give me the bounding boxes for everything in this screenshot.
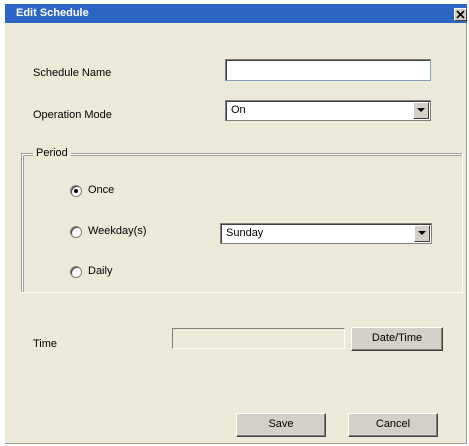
edit-schedule-dialog: Edit Schedule Schedule Name Operation Mo… — [5, 4, 467, 444]
schedule-name-label: Schedule Name — [33, 67, 112, 79]
radio-once-label: Once — [88, 184, 115, 196]
operation-mode-value: On — [231, 104, 246, 116]
dialog-title: Edit Schedule — [16, 7, 89, 19]
operation-mode-label: Operation Mode — [33, 109, 112, 121]
radio-daily-label: Daily — [88, 265, 113, 277]
time-display — [172, 328, 345, 349]
weekday-select[interactable]: Sunday — [220, 223, 432, 244]
radio-weekdays-label: Weekday(s) — [88, 225, 147, 237]
radio-once-button[interactable] — [70, 185, 82, 197]
close-icon — [456, 10, 465, 19]
operation-mode-select[interactable]: On — [225, 100, 431, 121]
radio-selected-dot — [74, 189, 78, 193]
weekday-dropdown-button[interactable] — [414, 225, 430, 242]
chevron-down-icon — [418, 231, 426, 235]
operation-mode-dropdown-button[interactable] — [413, 102, 429, 119]
chevron-down-icon — [417, 108, 425, 112]
save-button-label: Save — [268, 418, 294, 430]
title-bar[interactable]: Edit Schedule — [5, 4, 467, 23]
radio-daily-button[interactable] — [70, 266, 82, 278]
period-legend: Period — [33, 147, 71, 159]
cancel-button-label: Cancel — [375, 418, 411, 430]
close-button[interactable] — [454, 8, 467, 21]
schedule-name-input[interactable] — [225, 59, 431, 81]
time-label: Time — [33, 338, 58, 350]
save-button[interactable]: Save — [236, 413, 326, 437]
weekday-value: Sunday — [226, 227, 264, 239]
cancel-button[interactable]: Cancel — [348, 413, 438, 437]
date-time-button[interactable]: Date/Time — [351, 327, 443, 351]
date-time-button-label: Date/Time — [371, 332, 423, 344]
radio-weekdays-button[interactable] — [70, 226, 82, 238]
